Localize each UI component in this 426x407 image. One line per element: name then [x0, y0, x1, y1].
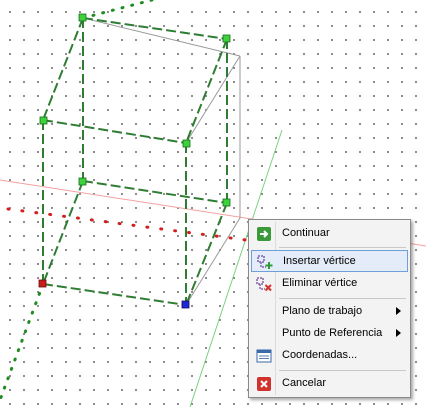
vertex-front-top-right[interactable]	[182, 139, 191, 148]
edge-bottom-left	[42, 180, 84, 285]
menu-item-insertar-vertice-label: Insertar vértice	[283, 255, 356, 267]
menu-item-plano-de-trabajo-label: Plano de trabajo	[282, 305, 363, 317]
3d-viewport[interactable]: Continuar Insertar vértice Eliminar vért…	[0, 0, 426, 407]
cancel-x-icon	[257, 377, 271, 391]
menu-item-insertar-vertice[interactable]: Insertar vértice	[251, 250, 408, 272]
menu-separator	[279, 298, 406, 299]
menu-item-cancelar[interactable]: Cancelar	[251, 373, 408, 395]
menu-item-coordenadas-label: Coordenadas...	[282, 349, 358, 361]
box-edges	[42, 17, 228, 306]
edge-front-bottom	[42, 283, 187, 306]
submenu-arrow-icon	[396, 329, 401, 337]
vertex-back-bottom-left[interactable]	[78, 177, 87, 186]
green-axis-dotted-upper	[81, 0, 154, 20]
submenu-arrow-icon	[396, 307, 401, 315]
delete-vertex-icon	[256, 277, 272, 292]
menu-item-continuar[interactable]: Continuar	[251, 223, 408, 245]
menu-item-punto-de-referencia[interactable]: Punto de Referencia	[251, 323, 408, 345]
edge-back-bottom	[82, 180, 228, 204]
vertex-back-top-right[interactable]	[222, 34, 231, 43]
context-menu: Continuar Insertar vértice Eliminar vért…	[248, 219, 411, 398]
continue-arrow-icon	[257, 227, 271, 241]
edge-top-right	[185, 38, 228, 144]
menu-item-eliminar-vertice[interactable]: Eliminar vértice	[251, 273, 408, 295]
vertex-back-bottom-right[interactable]	[222, 198, 231, 207]
menu-item-coordenadas[interactable]: Coordenadas...	[251, 345, 408, 367]
menu-item-cancelar-label: Cancelar	[282, 377, 327, 389]
menu-item-punto-de-referencia-label: Punto de Referencia	[282, 327, 383, 339]
insert-vertex-icon	[257, 255, 273, 269]
menu-separator	[279, 370, 406, 371]
vertex-back-top-left[interactable]	[78, 13, 87, 22]
menu-item-eliminar-vertice-label: Eliminar vértice	[282, 277, 358, 289]
edge-top-left	[42, 17, 84, 121]
gray-edge-diag	[185, 55, 241, 144]
coordinates-window-icon	[256, 349, 272, 363]
vertex-front-bottom-left-red[interactable]	[38, 279, 47, 288]
menu-item-continuar-label: Continuar	[282, 227, 330, 239]
green-axis-dotted-lower	[0, 282, 45, 402]
menu-separator	[279, 247, 406, 248]
gray-edge-bottom	[185, 217, 241, 306]
vertex-front-top-left[interactable]	[39, 116, 48, 125]
menu-item-plano-de-trabajo[interactable]: Plano de trabajo	[251, 301, 408, 323]
edge-bottom-right	[185, 202, 228, 306]
vertex-front-bottom-right-blue[interactable]	[181, 300, 190, 309]
edge-front-top	[42, 119, 187, 144]
